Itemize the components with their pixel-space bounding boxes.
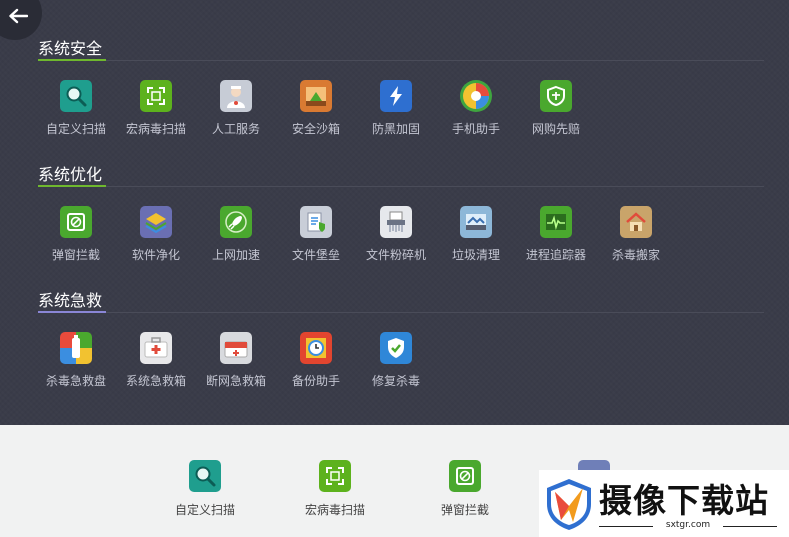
arrow-left-icon (9, 8, 28, 24)
sandbox-icon (300, 80, 332, 112)
network-aid-kit-icon (220, 332, 252, 364)
tool-phone-assistant[interactable]: 手机助手 (438, 80, 514, 140)
tool-junk-clean[interactable]: 垃圾清理 (438, 206, 514, 266)
shredder-icon (380, 206, 412, 238)
tool-label: 自定义扫描 (174, 503, 235, 517)
tool-label: 弹窗拦截 (51, 248, 100, 262)
tool-label: 垃圾清理 (451, 248, 500, 262)
magnifier-icon (189, 460, 221, 492)
usb-rescue-icon (60, 332, 92, 364)
process-monitor-icon (540, 206, 572, 238)
section-title: 系统优化 (38, 165, 103, 184)
tool-macro-virus-scan[interactable]: 宏病毒扫描 (118, 80, 194, 140)
tool-label: 文件粉碎机 (365, 248, 426, 262)
tool-sandbox[interactable]: 安全沙箱 (278, 80, 354, 140)
file-fortress-icon (300, 206, 332, 238)
broom-icon (460, 206, 492, 238)
watermark: 摄像下载站 sxtgr.com (539, 470, 789, 537)
tool-file-fortress[interactable]: 文件堡垒 (278, 206, 354, 266)
tool-popup-block[interactable]: 弹窗拦截 (38, 206, 114, 266)
tool-label: 修复杀毒 (371, 374, 420, 388)
scan-frame-icon (140, 80, 172, 112)
tool-custom-scan[interactable]: 自定义扫描 (38, 80, 114, 140)
tool-net-accelerate[interactable]: 上网加速 (198, 206, 274, 266)
tool-label: 手机助手 (451, 122, 500, 136)
tool-label: 宏病毒扫描 (125, 122, 186, 136)
watermark-url: sxtgr.com (599, 520, 777, 530)
tool-label: 宏病毒扫描 (304, 503, 365, 517)
tool-antivirus-move[interactable]: 杀毒搬家 (598, 206, 674, 266)
rocket-icon (220, 206, 252, 238)
tool-label: 备份助手 (291, 374, 340, 388)
recent-tool-popup-block[interactable]: 弹窗拦截 (420, 460, 510, 520)
tool-label: 人工服务 (211, 122, 260, 136)
tool-manual-service[interactable]: 人工服务 (198, 80, 274, 140)
magnifier-icon (60, 80, 92, 112)
tool-label: 弹窗拦截 (440, 503, 489, 517)
tool-backup-assistant[interactable]: 备份助手 (278, 332, 354, 392)
tool-repair-antivirus[interactable]: 修复杀毒 (358, 332, 434, 392)
section-title: 系统急救 (38, 291, 103, 310)
section-title: 系统安全 (38, 39, 103, 58)
section-divider (38, 185, 764, 187)
tool-label: 上网加速 (211, 248, 260, 262)
tool-anti-hack[interactable]: 防黑加固 (358, 80, 434, 140)
tool-network-rescue-kit[interactable]: 断网急救箱 (198, 332, 274, 392)
section-divider (38, 59, 764, 61)
watermark-title: 摄像下载站 (599, 481, 769, 520)
tool-shopping-guarantee[interactable]: 网购先赔 (518, 80, 594, 140)
tool-label: 断网急救箱 (205, 374, 266, 388)
repair-shield-icon (380, 332, 412, 364)
tool-software-clean[interactable]: 软件净化 (118, 206, 194, 266)
tool-rescue-disk[interactable]: 杀毒急救盘 (38, 332, 114, 392)
doctor-icon (220, 80, 252, 112)
popup-block-icon (60, 206, 92, 238)
house-move-icon (620, 206, 652, 238)
tool-label: 杀毒急救盘 (45, 374, 106, 388)
layers-icon (140, 206, 172, 238)
tool-label: 防黑加固 (371, 122, 420, 136)
section-divider (38, 311, 764, 313)
phone-assistant-icon (460, 80, 492, 112)
tool-label: 系统急救箱 (125, 374, 186, 388)
tool-label: 网购先赔 (531, 122, 580, 136)
tool-process-tracker[interactable]: 进程追踪器 (518, 206, 594, 266)
tool-system-rescue-kit[interactable]: 系统急救箱 (118, 332, 194, 392)
recent-tool-custom-scan[interactable]: 自定义扫描 (160, 460, 250, 520)
tool-label: 自定义扫描 (45, 122, 106, 136)
scan-frame-icon (319, 460, 351, 492)
tool-file-shredder[interactable]: 文件粉碎机 (358, 206, 434, 266)
tool-label: 杀毒搬家 (611, 248, 660, 262)
tool-label: 进程追踪器 (525, 248, 586, 262)
tool-label: 安全沙箱 (291, 122, 340, 136)
first-aid-kit-icon (140, 332, 172, 364)
backup-clock-icon (300, 332, 332, 364)
tool-label: 软件净化 (131, 248, 180, 262)
lightning-icon (380, 80, 412, 112)
shield-cart-icon (540, 80, 572, 112)
recent-tool-macro-virus-scan[interactable]: 宏病毒扫描 (290, 460, 380, 520)
tool-label: 文件堡垒 (291, 248, 340, 262)
watermark-logo-icon (547, 479, 591, 530)
popup-block-icon (449, 460, 481, 492)
